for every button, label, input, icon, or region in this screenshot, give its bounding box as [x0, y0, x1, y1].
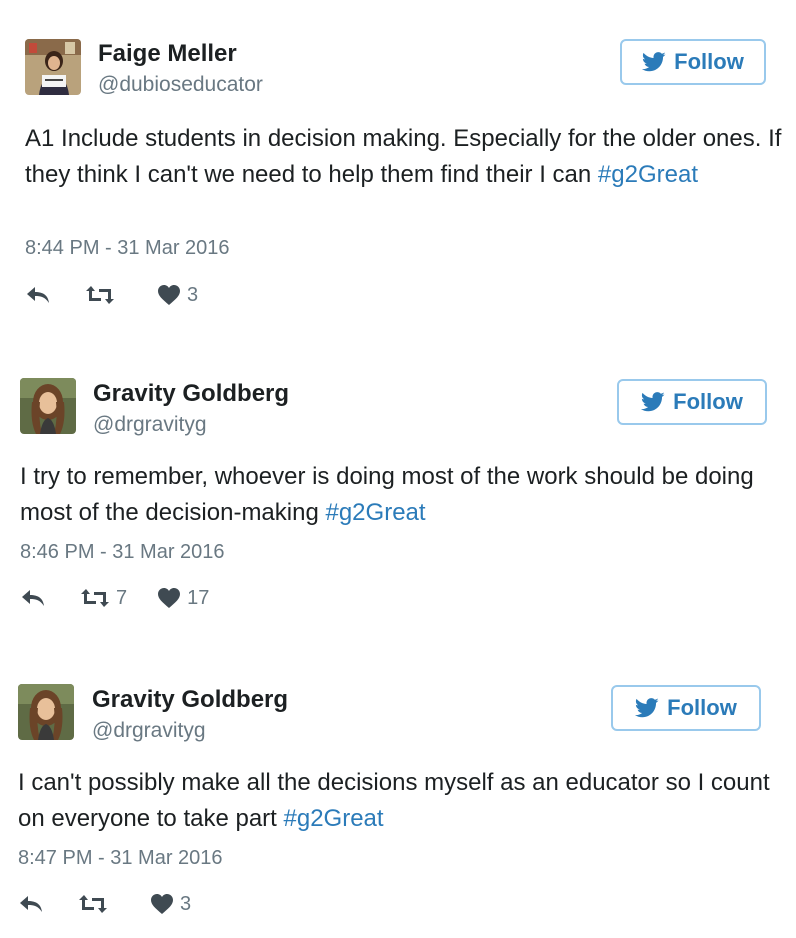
retweet-button[interactable]: 7 — [80, 587, 127, 610]
author-handle[interactable]: @drgravityg — [92, 719, 206, 743]
author-name[interactable]: Gravity Goldberg — [93, 380, 289, 408]
like-button[interactable]: 17 — [157, 587, 209, 610]
avatar[interactable] — [20, 378, 76, 434]
tweet-body: I can't possibly make all the decisions … — [18, 769, 770, 832]
tweet-timestamp[interactable]: 8:47 PM - 31 Mar 2016 — [18, 846, 223, 870]
tweet-text: I can't possibly make all the decisions … — [18, 765, 778, 837]
heart-icon — [151, 894, 173, 914]
reply-button[interactable] — [20, 587, 46, 609]
twitter-bird-icon — [635, 698, 659, 718]
tweet-actions: 3 — [18, 890, 221, 918]
hashtag-link[interactable]: #g2Great — [284, 805, 384, 832]
tweet-text: I try to remember, whoever is doing most… — [20, 459, 780, 531]
tweet-card: Gravity Goldberg @drgravityg Follow I ca… — [0, 0, 796, 915]
like-count: 3 — [180, 892, 192, 915]
hashtag-link[interactable]: #g2Great — [325, 499, 425, 526]
author-handle[interactable]: @drgravityg — [93, 413, 207, 437]
retweet-count: 7 — [116, 586, 128, 609]
follow-button[interactable]: Follow — [617, 379, 767, 425]
reply-button[interactable] — [18, 893, 44, 915]
avatar[interactable] — [18, 684, 74, 740]
retweet-icon — [79, 895, 107, 913]
follow-label: Follow — [667, 695, 737, 720]
reply-icon — [20, 896, 42, 912]
like-button[interactable]: 3 — [150, 893, 191, 916]
reply-icon — [22, 590, 44, 606]
follow-button[interactable]: Follow — [611, 685, 761, 731]
twitter-bird-icon — [641, 392, 665, 412]
author-name[interactable]: Gravity Goldberg — [92, 686, 288, 714]
retweet-button[interactable] — [78, 893, 114, 915]
follow-label: Follow — [673, 389, 743, 414]
tweet-actions: 7 17 — [20, 584, 239, 612]
tweet-timestamp[interactable]: 8:46 PM - 31 Mar 2016 — [20, 540, 225, 564]
heart-icon — [158, 588, 181, 608]
like-count: 17 — [187, 586, 210, 609]
retweet-icon — [81, 589, 109, 607]
